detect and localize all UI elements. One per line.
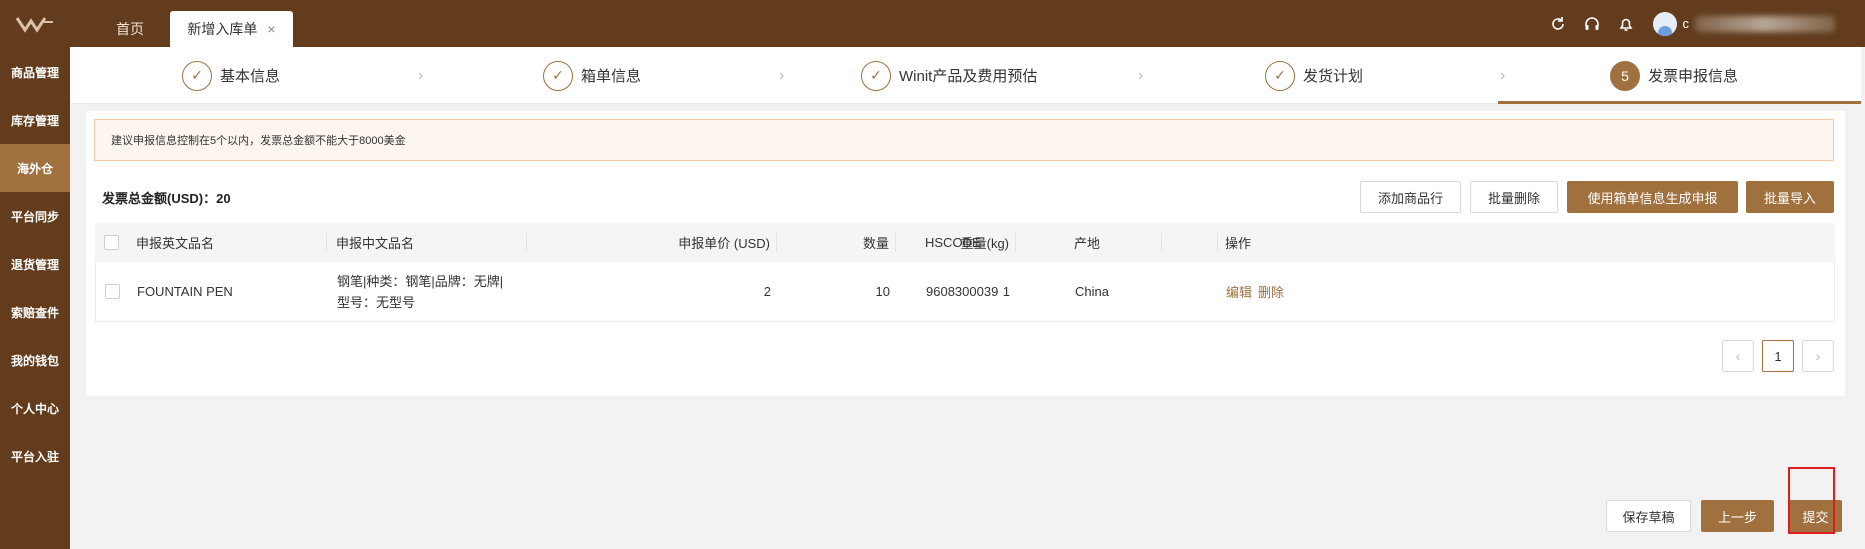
cell-en-name: FOUNTAIN PEN bbox=[137, 284, 233, 299]
next-page-button[interactable]: › bbox=[1802, 340, 1834, 372]
top-icons: c bbox=[1541, 0, 1865, 47]
sidebar: 商品管理 库存管理 海外仓 平台同步 退货管理 索赔查件 我的钱包 个人中心 平… bbox=[0, 0, 70, 549]
step-invoice-declaration[interactable]: 5 发票申报信息 bbox=[1610, 47, 1738, 104]
step-label: 箱单信息 bbox=[581, 68, 642, 85]
active-step-indicator bbox=[1498, 101, 1861, 104]
previous-step-button[interactable]: 上一步 bbox=[1701, 500, 1774, 532]
header-origin: 产地 bbox=[1074, 236, 1101, 251]
page-1-button[interactable]: 1 bbox=[1762, 340, 1794, 372]
column-divider bbox=[1015, 233, 1016, 252]
user-name-redacted bbox=[1695, 15, 1835, 32]
cell-hscode: 9608300039 bbox=[926, 284, 999, 299]
generate-from-packing-button[interactable]: 使用箱单信息生成申报 bbox=[1567, 181, 1738, 213]
check-icon: ✓ bbox=[182, 60, 212, 91]
header-unit-price: 申报单价 (USD) bbox=[678, 236, 770, 251]
cell-unit-price: 2 bbox=[763, 284, 771, 299]
cell-quantity: 10 bbox=[875, 284, 890, 299]
close-icon[interactable]: × bbox=[267, 21, 275, 37]
tab-new-inbound-order[interactable]: 新增入库单 × bbox=[170, 11, 293, 47]
tab-home[interactable]: 首页 bbox=[94, 11, 166, 47]
headset-icon[interactable] bbox=[1575, 15, 1609, 33]
prev-page-button[interactable]: ‹ bbox=[1722, 340, 1754, 372]
sidebar-item-platform-sync[interactable]: 平台同步 bbox=[0, 192, 70, 240]
chevron-right-icon: › bbox=[1500, 67, 1506, 84]
winit-logo-icon[interactable] bbox=[0, 0, 70, 47]
step-label: 发货计划 bbox=[1303, 68, 1364, 85]
check-icon: ✓ bbox=[861, 60, 891, 91]
chevron-right-icon: › bbox=[418, 67, 424, 84]
cn-name-line1: 钢笔|种类：钢笔|品牌：无牌| bbox=[337, 273, 504, 289]
chevron-right-icon: › bbox=[1138, 67, 1144, 84]
header-quantity: 数量 bbox=[862, 236, 889, 251]
step-label: 发票申报信息 bbox=[1648, 68, 1739, 85]
column-divider bbox=[1217, 233, 1218, 252]
header-en-name: 申报英文品名 bbox=[136, 236, 215, 251]
cell-origin: China bbox=[1075, 284, 1109, 299]
table-row: FOUNTAIN PEN 钢笔|种类：钢笔|品牌：无牌| 型号：无型号 2 10… bbox=[95, 262, 1835, 322]
avatar[interactable] bbox=[1652, 11, 1677, 36]
sidebar-item-products[interactable]: 商品管理 bbox=[0, 48, 70, 96]
highlight-box bbox=[1788, 467, 1835, 534]
sidebar-item-claims[interactable]: 索赔查件 bbox=[0, 288, 70, 336]
step-label: 基本信息 bbox=[220, 68, 281, 85]
invoice-total: 发票总金额(USD)：20 bbox=[102, 188, 231, 207]
table-header: 申报英文品名 申报中文品名 申报单价 (USD) 数量 重量(kg) HSCOD… bbox=[95, 223, 1835, 262]
notice-banner: 建议申报信息控制在5个以内，发票总金额不能大于8000美金 bbox=[94, 119, 1834, 161]
edit-link[interactable]: 编辑 bbox=[1226, 282, 1252, 301]
delete-link[interactable]: 删除 bbox=[1258, 282, 1284, 301]
invoice-total-label: 发票总金额(USD)： bbox=[102, 191, 217, 206]
add-row-button[interactable]: 添加商品行 bbox=[1360, 181, 1461, 213]
save-draft-button[interactable]: 保存草稿 bbox=[1606, 500, 1691, 532]
sidebar-item-platform-join[interactable]: 平台入驻 bbox=[0, 432, 70, 480]
cell-actions: 编辑 删除 bbox=[1226, 262, 1290, 321]
column-divider bbox=[326, 233, 327, 252]
select-all-checkbox[interactable] bbox=[104, 223, 119, 262]
sidebar-item-wallet[interactable]: 我的钱包 bbox=[0, 336, 70, 384]
step-label: Winit产品及费用预估 bbox=[899, 68, 1038, 85]
step-basic-info[interactable]: ✓ 基本信息 bbox=[182, 47, 280, 104]
sidebar-item-returns[interactable]: 退货管理 bbox=[0, 240, 70, 288]
bell-icon[interactable] bbox=[1609, 15, 1643, 33]
user-name[interactable]: c bbox=[1683, 16, 1690, 31]
invoice-total-value: 20 bbox=[216, 191, 231, 206]
cn-name-line2: 型号：无型号 bbox=[337, 294, 416, 310]
step-packing-info[interactable]: ✓ 箱单信息 bbox=[543, 47, 641, 104]
step-winit-product[interactable]: ✓ Winit产品及费用预估 bbox=[861, 47, 1037, 104]
step-progress: ✓ 基本信息 › ✓ 箱单信息 › ✓ Winit产品及费用预估 › ✓ 发货计… bbox=[70, 47, 1861, 104]
step-number: 5 bbox=[1610, 60, 1640, 91]
row-checkbox[interactable] bbox=[105, 262, 120, 321]
chevron-right-icon: › bbox=[779, 67, 785, 84]
sidebar-item-inventory[interactable]: 库存管理 bbox=[0, 96, 70, 144]
header-hscode: HSCODE bbox=[925, 235, 981, 250]
check-icon: ✓ bbox=[543, 60, 573, 91]
batch-import-button[interactable]: 批量导入 bbox=[1746, 181, 1834, 213]
refresh-icon[interactable] bbox=[1541, 15, 1575, 33]
step-shipping-plan[interactable]: ✓ 发货计划 bbox=[1265, 47, 1363, 104]
sidebar-item-profile[interactable]: 个人中心 bbox=[0, 384, 70, 432]
batch-delete-button[interactable]: 批量删除 bbox=[1470, 181, 1558, 213]
check-icon: ✓ bbox=[1265, 60, 1295, 91]
header-cn-name: 申报中文品名 bbox=[336, 236, 415, 251]
cell-cn-name: 钢笔|种类：钢笔|品牌：无牌| 型号：无型号 bbox=[337, 262, 503, 321]
top-bar: 首页 新增入库单 × c bbox=[70, 0, 1865, 47]
tab-label: 新增入库单 bbox=[187, 21, 258, 37]
header-actions: 操作 bbox=[1225, 236, 1252, 251]
sidebar-item-overseas-warehouse[interactable]: 海外仓 bbox=[0, 144, 70, 192]
column-divider bbox=[1161, 233, 1162, 252]
